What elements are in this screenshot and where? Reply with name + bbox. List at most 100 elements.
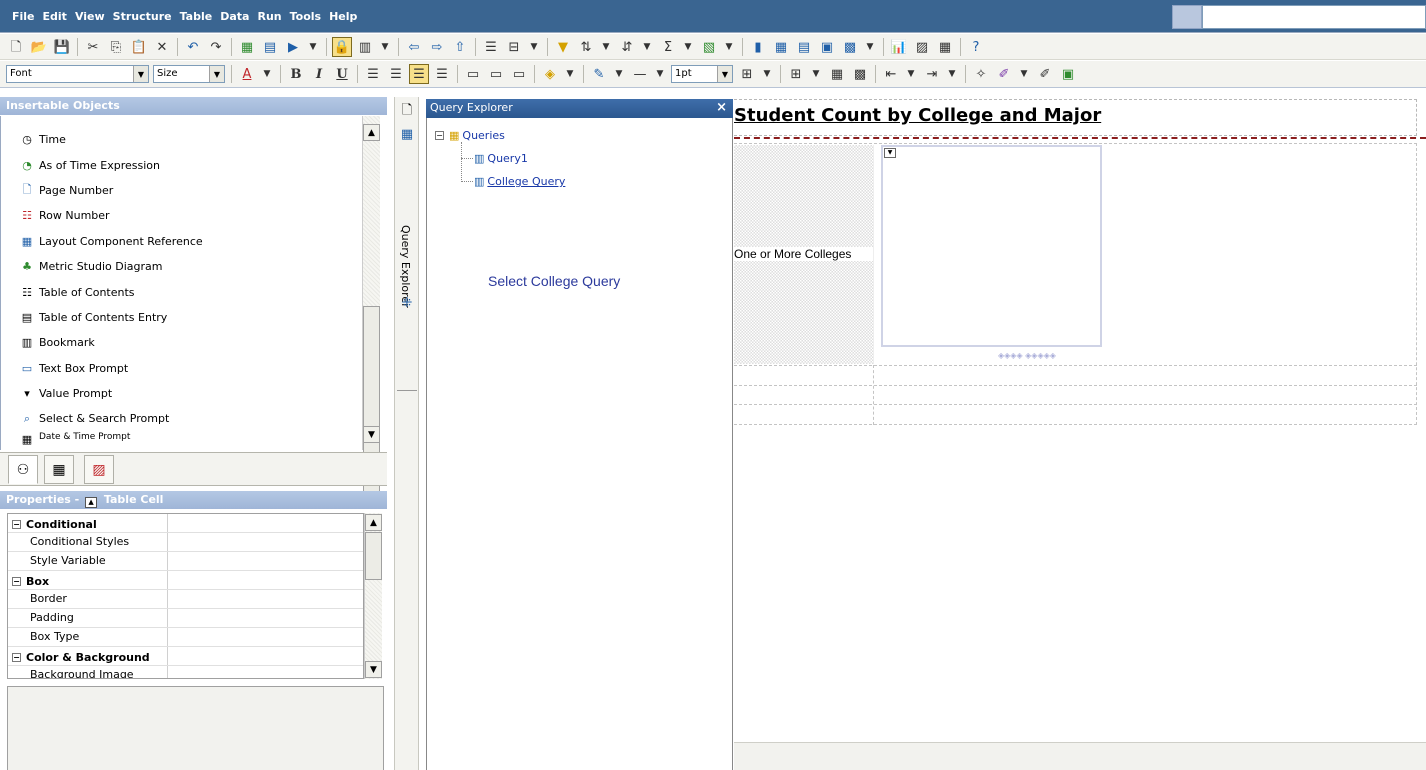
list-item[interactable]: ▾ Value Prompt xyxy=(1,381,362,406)
list-item[interactable]: ▥ Bookmark xyxy=(1,330,362,355)
menu-edit[interactable]: Edit xyxy=(43,10,67,23)
close-icon[interactable]: × xyxy=(716,100,727,115)
insert-table-icon[interactable]: ⊞ xyxy=(786,64,806,84)
back-icon[interactable]: ⇦ xyxy=(404,37,424,57)
collapse-icon[interactable]: − xyxy=(12,519,21,529)
menu-run[interactable]: Run xyxy=(257,10,281,23)
chart-icon[interactable]: 📊 xyxy=(889,37,909,57)
property-row[interactable]: Conditional Styles xyxy=(8,533,363,552)
insert-table-dropdown-icon[interactable]: ▼ xyxy=(809,64,823,84)
menu-structure[interactable]: Structure xyxy=(113,10,172,23)
scroll-down-icon[interactable]: ▼ xyxy=(365,661,382,678)
group-icon[interactable]: ⊟ xyxy=(504,37,524,57)
conditional-style-icon[interactable]: ▣ xyxy=(1058,64,1078,84)
page-explorer-tab-icon[interactable]: 🗋 xyxy=(397,101,417,123)
redo-icon[interactable]: ↷ xyxy=(206,37,226,57)
swap-icon[interactable]: ▣ xyxy=(817,37,837,57)
merge-cells-icon[interactable]: ▦ xyxy=(827,64,847,84)
run-icon[interactable]: ▶ xyxy=(283,37,303,57)
report-title[interactable]: Student Count by College and Major xyxy=(734,105,1101,126)
chevron-down-icon[interactable]: ▼ xyxy=(209,66,224,82)
increase-indent-dropdown-icon[interactable]: ▼ xyxy=(945,64,959,84)
menu-help[interactable]: Help xyxy=(329,10,357,23)
property-value[interactable] xyxy=(168,533,363,551)
bold-icon[interactable]: B xyxy=(286,64,306,84)
font-color-dropdown-icon[interactable]: ▼ xyxy=(260,64,274,84)
style-icon[interactable]: ✧ xyxy=(971,64,991,84)
underline-icon[interactable]: U xyxy=(332,64,352,84)
cut-icon[interactable]: ✂ xyxy=(83,37,103,57)
list-item[interactable]: ♣ Metric Studio Diagram xyxy=(1,254,362,279)
help-icon[interactable]: ? xyxy=(966,37,986,57)
apply-style-icon[interactable]: ✐ xyxy=(1035,64,1055,84)
decrease-indent-dropdown-icon[interactable]: ▼ xyxy=(904,64,918,84)
delete-icon[interactable]: ✕ xyxy=(152,37,172,57)
scroll-up-icon[interactable]: ▲ xyxy=(363,124,380,141)
line-color-dropdown-icon[interactable]: ▼ xyxy=(612,64,626,84)
scroll-up-icon[interactable]: ▲ xyxy=(365,514,382,531)
italic-icon[interactable]: I xyxy=(309,64,329,84)
property-value[interactable] xyxy=(168,552,363,570)
menu-data[interactable]: Data xyxy=(220,10,249,23)
list-item[interactable]: ▦ Date & Time Prompt xyxy=(1,432,362,446)
property-value[interactable] xyxy=(168,628,363,646)
undo-icon[interactable]: ↶ xyxy=(183,37,203,57)
scroll-down-icon[interactable]: ▼ xyxy=(363,426,380,443)
valign-top-icon[interactable]: ▭ xyxy=(463,64,483,84)
property-row[interactable]: Padding xyxy=(8,609,363,628)
property-row[interactable]: Background Image xyxy=(8,666,363,678)
pick-up-style-dropdown-icon[interactable]: ▼ xyxy=(1017,64,1031,84)
size-select[interactable]: Size ▼ xyxy=(153,65,225,83)
line-style-dropdown-icon[interactable]: ▼ xyxy=(653,64,667,84)
property-value[interactable] xyxy=(168,666,363,678)
summarize-dropdown-icon[interactable]: ▼ xyxy=(681,37,695,57)
split-cells-icon[interactable]: ▩ xyxy=(850,64,870,84)
sort-desc-dropdown-icon[interactable]: ▼ xyxy=(640,37,654,57)
pivot-icon[interactable]: ▤ xyxy=(794,37,814,57)
toolbox-tab-icon[interactable]: ▨ xyxy=(84,455,114,484)
background-color-icon[interactable]: ◈ xyxy=(540,64,560,84)
section-icon[interactable]: ▮ xyxy=(748,37,768,57)
menu-table[interactable]: Table xyxy=(180,10,213,23)
open-icon[interactable]: 📂 xyxy=(29,37,49,57)
property-row[interactable]: Style Variable xyxy=(8,552,363,571)
calculation-dropdown-icon[interactable]: ▼ xyxy=(722,37,736,57)
query-explorer-tab-icon[interactable]: ▦ xyxy=(397,127,417,142)
group-dropdown-icon[interactable]: ▼ xyxy=(527,37,541,57)
font-color-icon[interactable]: A xyxy=(237,64,257,84)
build-prompt-icon[interactable]: ▨ xyxy=(912,37,932,57)
xml-icon[interactable]: ▤ xyxy=(260,37,280,57)
menu-file[interactable]: File xyxy=(12,10,35,23)
forward-icon[interactable]: ⇨ xyxy=(427,37,447,57)
insertable-scrollbar[interactable]: ▲ ▼ xyxy=(362,116,380,498)
property-value[interactable] xyxy=(168,590,363,608)
paste-icon[interactable]: 📋 xyxy=(129,37,149,57)
list-item[interactable]: 🗋 Page Number xyxy=(1,178,362,203)
property-category[interactable]: − Conditional xyxy=(8,514,363,533)
font-select[interactable]: Font ▼ xyxy=(6,65,149,83)
list-item[interactable]: ◷ Time xyxy=(1,127,362,152)
page-layout-icon[interactable]: ▥ xyxy=(355,37,375,57)
justify-icon[interactable]: ☰ xyxy=(432,64,452,84)
collapse-icon[interactable]: − xyxy=(12,652,21,662)
list-item[interactable]: ☷ Table of Contents xyxy=(1,279,362,304)
properties-scrollbar[interactable]: ▲ ▼ xyxy=(364,513,382,679)
layout-icon[interactable]: ▩ xyxy=(840,37,860,57)
view-report-icon[interactable]: ▦ xyxy=(237,37,257,57)
background-color-dropdown-icon[interactable]: ▼ xyxy=(563,64,577,84)
property-value[interactable] xyxy=(168,609,363,627)
value-prompt-listbox[interactable]: ▼ xyxy=(881,145,1102,347)
summarize-icon[interactable]: Σ xyxy=(658,37,678,57)
tree-node-queries[interactable]: − ▦ Queries xyxy=(435,129,505,142)
valign-middle-icon[interactable]: ▭ xyxy=(486,64,506,84)
list-item[interactable]: ▭ Text Box Prompt xyxy=(1,356,362,381)
lock-icon[interactable]: 🔒 xyxy=(332,37,352,57)
select-ancestor-icon[interactable]: ▲ xyxy=(85,497,98,508)
list-item[interactable]: ▤ Table of Contents Entry xyxy=(1,305,362,330)
line-color-icon[interactable]: ✎ xyxy=(589,64,609,84)
filter-icon[interactable]: ▼ xyxy=(553,37,573,57)
align-center-icon[interactable]: ☰ xyxy=(386,64,406,84)
search-input[interactable] xyxy=(1202,5,1426,29)
chevron-down-icon[interactable]: ▼ xyxy=(717,66,732,82)
list-item[interactable]: ◔ As of Time Expression xyxy=(1,152,362,177)
